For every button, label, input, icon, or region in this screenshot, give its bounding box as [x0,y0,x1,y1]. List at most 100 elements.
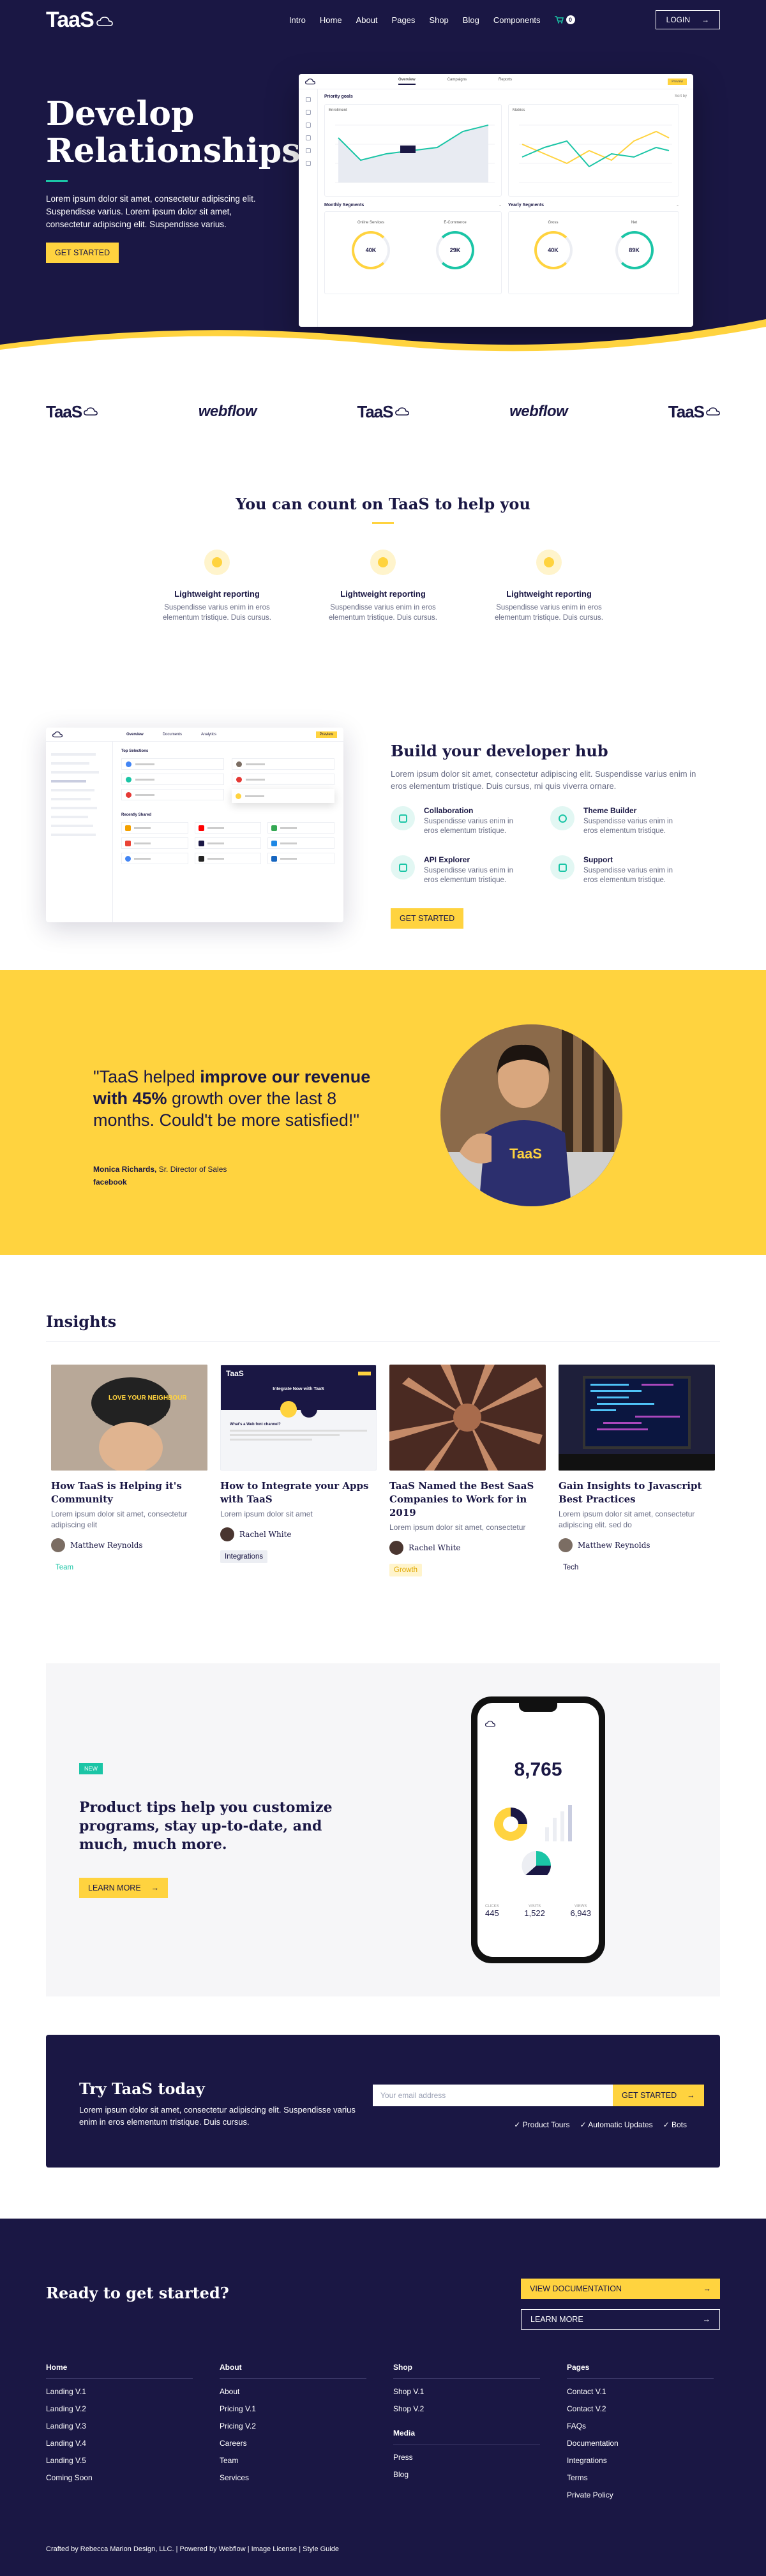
footer-link[interactable]: Contact V.2 [567,2404,714,2413]
shirt-logo: TaaS [509,1146,542,1162]
nav-components[interactable]: Components [493,15,541,25]
gauge: 40K [534,231,573,269]
dash-tab: Reports [499,78,513,82]
nav-shop[interactable]: Shop [429,15,448,25]
blog-card[interactable]: Gain Insights to Javascript Best Practic… [559,1365,715,1576]
top-nav: TaaS Intro Home About Pages Shop Blog Co… [46,0,720,40]
footer-link[interactable]: Landing V.4 [46,2439,193,2448]
gauge: 29K [436,231,474,269]
feature-item: API Explorer Suspendisse varius enim in e… [391,855,525,885]
feature-item: Theme Builder Suspendisse varius enim in … [550,806,684,836]
dev-get-started-button[interactable]: GET STARTED [391,908,464,929]
category-tag[interactable]: Integrations [220,1550,268,1563]
cart-count: 0 [566,15,575,24]
cart-button[interactable]: 0 [554,15,575,24]
footer-column-shop: Shop Shop V.1 Shop V.2 Media Press Blog [393,2363,540,2499]
footer-column-pages: Pages Contact V.1 Contact V.2 FAQs Docum… [567,2363,714,2499]
footer-link[interactable]: Services [220,2473,366,2482]
testimonial-company: facebook [93,1178,127,1187]
nav-links: Intro Home About Pages Shop Blog Compone… [193,15,575,25]
try-get-started-button[interactable]: GET STARTED → [613,2085,704,2106]
footer-link[interactable]: Private Policy [567,2490,714,2499]
footer-link[interactable]: Shop V.2 [393,2404,540,2413]
footer-link[interactable]: Team [220,2456,366,2465]
metrics-panel: Metrics [508,104,679,197]
testimonial-author: Monica Richards, Sr. Director of Sales [93,1165,227,1174]
partner-logos: TaaS webflow TaaS webflow TaaS [46,357,720,434]
email-input[interactable] [373,2085,613,2106]
developer-hub-section: Overview Documents Analytics Preview Top… [0,677,766,970]
partner-logo: TaaS [46,402,98,422]
avatar [220,1527,234,1541]
cloud-icon [706,407,720,416]
api-explorer-icon [391,855,415,880]
footer-link[interactable]: Shop V.1 [393,2387,540,2396]
dash-tab: Campaigns [447,78,467,82]
dash-tab: Overview [398,78,416,85]
footer-link[interactable]: Pricing V.1 [220,2404,366,2413]
try-section: Try TaaS today Lorem ipsum dolor sit ame… [46,2035,720,2168]
category-tag[interactable]: Growth [389,1564,423,1576]
footer-link[interactable]: Blog [393,2470,540,2479]
feature-checks: ✓ Product Tours ✓ Automatic Updates ✓ Bo… [514,2120,687,2129]
blog-card[interactable]: TaaS Integrate Now with TaaS What's a We… [220,1365,377,1576]
feature-card: Lightweight reporting Suspendisse varius… [326,550,440,623]
footer-link[interactable]: Press [393,2453,540,2462]
footer-link[interactable]: Landing V.2 [46,2404,193,2413]
nav-blog[interactable]: Blog [463,15,479,25]
arrow-right-icon: → [151,1883,160,1892]
check-item: ✓ Automatic Updates [580,2120,653,2129]
check-item: ✓ Bots [663,2120,687,2129]
cloud-icon [84,407,98,416]
footer-link[interactable]: Terms [567,2473,714,2482]
support-icon [550,855,574,880]
section-title: You can count on TaaS to help you [236,495,530,513]
gauge: 40K [352,231,390,269]
footer-link[interactable]: Coming Soon [46,2473,193,2482]
blog-image [559,1365,715,1471]
nav-intro[interactable]: Intro [289,15,306,25]
feature-item: Support Suspendisse varius enim in eros e… [550,855,684,885]
testimonial-section: "TaaS helped improve our revenue with 45… [0,970,766,1255]
category-tag[interactable]: Tech [559,1561,583,1574]
section-title: Insights [46,1312,117,1331]
blog-image: TaaS Integrate Now with TaaS What's a We… [220,1365,377,1471]
footer-link[interactable]: Landing V.5 [46,2456,193,2465]
learn-more-button[interactable]: LEARN MORE → [79,1878,169,1898]
footer-link[interactable]: Contact V.1 [567,2387,714,2396]
footer-link[interactable]: About [220,2387,366,2396]
login-button[interactable]: LOGIN → [655,10,720,29]
footer-column-home: Home Landing V.1 Landing V.2 Landing V.3… [46,2363,193,2499]
footer-link[interactable]: Landing V.1 [46,2387,193,2396]
view-documentation-button[interactable]: VIEW DOCUMENTATION → [521,2279,720,2299]
brand-logo[interactable]: TaaS [46,8,113,33]
footer-link[interactable]: Documentation [567,2439,714,2448]
nav-pages[interactable]: Pages [392,15,416,25]
footer-link[interactable]: Careers [220,2439,366,2448]
feature-item: Collaboration Suspendisse varius enim in … [391,806,525,836]
cloud-icon [96,17,113,26]
category-tag[interactable]: Team [51,1561,78,1574]
footer-link[interactable]: FAQs [567,2422,714,2430]
footer-link[interactable]: Landing V.3 [46,2422,193,2430]
blog-card[interactable]: TaaS Named the Best SaaS Companies to Wo… [389,1365,546,1576]
lightning-icon [536,550,562,575]
section-title: Product tips help you customize programs… [79,1799,333,1853]
author: Matthew Reynolds [51,1538,207,1552]
line-chart [519,124,672,183]
dash-badge: Preview [668,78,687,85]
enrollment-panel: Enrollment [324,104,502,197]
blog-card[interactable]: LOVE YOUR NEIGHBOUR How TaaS is Helping … [51,1365,207,1576]
hero-get-started-button[interactable]: GET STARTED [46,243,119,263]
footer-link[interactable]: Pricing V.2 [220,2422,366,2430]
blog-image: LOVE YOUR NEIGHBOUR [51,1365,207,1471]
feature-card: Lightweight reporting Suspendisse varius… [492,550,606,623]
footer-column-about: About About Pricing V.1 Pricing V.2 Care… [220,2363,366,2499]
arrow-right-icon: → [702,15,709,24]
section-title: Try TaaS today [79,2079,205,2098]
footer-link[interactable]: Integrations [567,2456,714,2465]
nav-home[interactable]: Home [320,15,342,25]
footer-learn-more-button[interactable]: LEARN MORE → [521,2309,720,2330]
section-text: Lorem ipsum dolor sit amet, consectetur … [79,2105,356,2127]
nav-about[interactable]: About [356,15,378,25]
